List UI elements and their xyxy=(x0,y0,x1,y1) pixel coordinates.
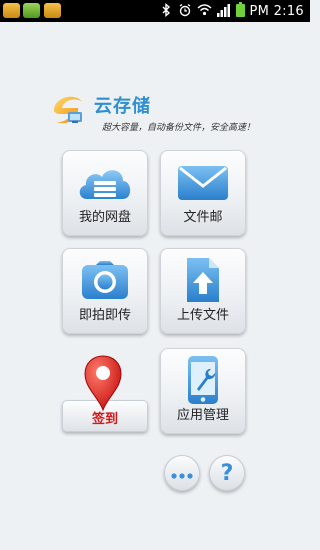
upload-file-button[interactable]: 上传文件 xyxy=(160,248,246,334)
more-button[interactable] xyxy=(164,455,200,491)
file-mail-label: 文件邮 xyxy=(183,210,223,225)
cloud-drive-icon xyxy=(63,157,147,207)
my-disk-button[interactable]: 我的网盘 xyxy=(62,150,148,236)
phone-wrench-icon xyxy=(161,355,245,405)
signal-icon xyxy=(216,3,231,20)
status-bar: PM 2:16 xyxy=(0,0,310,22)
notification-chat-icon xyxy=(44,3,61,18)
wifi-icon xyxy=(197,3,212,20)
bluetooth-icon xyxy=(159,2,173,20)
alarm-icon xyxy=(178,3,192,20)
app-title: 云存储 xyxy=(94,96,151,117)
more-dots-icon xyxy=(171,464,193,483)
notification-app-icon xyxy=(23,3,40,18)
status-icons: PM 2:16 xyxy=(159,0,304,22)
envelope-icon xyxy=(161,157,245,207)
app-management-button[interactable]: 应用管理 xyxy=(160,348,246,434)
my-disk-label: 我的网盘 xyxy=(78,210,131,225)
app-management-label: 应用管理 xyxy=(176,408,229,423)
upload-file-label: 上传文件 xyxy=(176,308,229,323)
app-slogan: 超大容量，自动备份文件，安全高速！ xyxy=(102,123,256,133)
notification-chat-icon xyxy=(3,3,20,18)
app-logo-icon xyxy=(46,86,94,134)
file-mail-button[interactable]: 文件邮 xyxy=(160,150,246,236)
checkin-button[interactable]: 签到 xyxy=(62,354,148,432)
battery-icon xyxy=(235,2,245,20)
shoot-upload-label: 即拍即传 xyxy=(78,308,131,323)
map-pin-icon xyxy=(81,354,125,412)
help-button[interactable]: ? xyxy=(209,455,245,491)
status-time: PM 2:16 xyxy=(249,3,304,19)
shoot-upload-button[interactable]: 即拍即传 xyxy=(62,248,148,334)
camera-icon xyxy=(63,255,147,305)
upload-file-icon xyxy=(161,255,245,305)
help-icon: ? xyxy=(220,460,234,486)
app-header: 云存储 超大容量，自动备份文件，安全高速！ xyxy=(46,86,276,142)
